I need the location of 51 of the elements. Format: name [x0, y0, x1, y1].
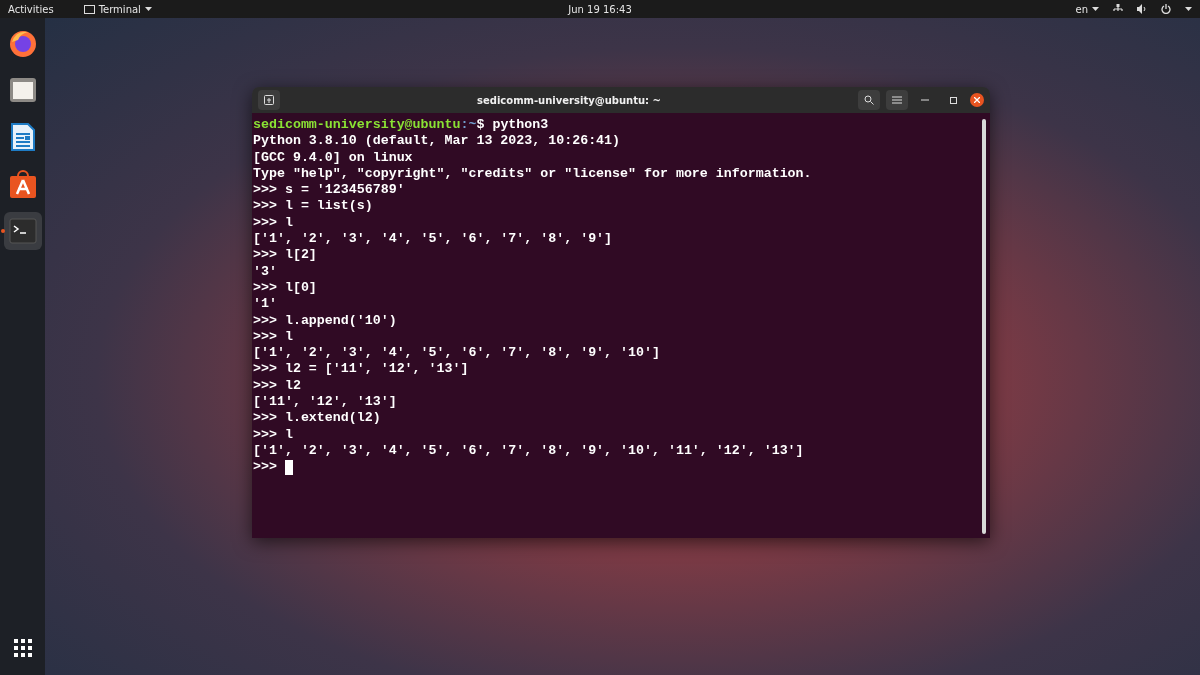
output-line: >>> l = list(s) — [253, 198, 374, 215]
clock[interactable]: Jun 19 16:43 — [568, 3, 632, 15]
output-line: >>> l[2] — [253, 247, 318, 264]
output-line: >>> l2 = ['11', '12', '13'] — [253, 361, 470, 378]
output-line: ['1', '2', '3', '4', '5', '6', '7', '8', '9', '10', '11', '12', '13'] — [253, 442, 805, 460]
input-prompt: >>> — [253, 459, 278, 476]
output-line: >>> l — [253, 426, 294, 443]
caret-icon[interactable] — [1185, 7, 1192, 11]
power-icon[interactable] — [1161, 4, 1171, 14]
output-line: ['1', '2', '3', '4', '5', '6', '7', '8', '9'] — [253, 231, 614, 248]
output-line: >>> l.append('10') — [253, 312, 398, 329]
app-grid-icon[interactable] — [13, 639, 32, 657]
output-line: >>> l — [253, 214, 294, 232]
search-button[interactable] — [858, 90, 880, 110]
output-line: Python 3.8.10 (default, Mar 13 2023, 10:26:41) — [253, 133, 622, 150]
minimize-icon — [921, 99, 929, 101]
folder-icon[interactable] — [8, 77, 37, 103]
running-indicator — [0, 229, 5, 233]
close-button[interactable] — [970, 93, 984, 107]
output-line: >>> l — [253, 328, 294, 346]
window-title: sedicomm-university@ubuntu: ~ — [476, 94, 662, 106]
output-line: >>> l[0] — [253, 279, 318, 297]
text-cursor — [284, 459, 293, 475]
new-tab-button[interactable] — [258, 90, 280, 110]
caret-icon — [144, 7, 152, 11]
caret-icon — [1092, 7, 1099, 11]
output-line: >>> l.extend(l2) — [253, 410, 382, 427]
output-line: '1' — [253, 296, 278, 313]
speaker-icon[interactable] — [1137, 4, 1147, 14]
output-line: >>> s = '123456789' — [253, 182, 406, 199]
output-line: Type "help", "copyright", "credits" or "license" for more information. — [253, 165, 813, 183]
document-icon[interactable] — [10, 123, 35, 151]
close-icon — [974, 97, 980, 103]
menu-icon — [892, 96, 902, 104]
output-line: '3' — [253, 263, 278, 280]
output-line: >>> l2 — [253, 377, 302, 395]
app-menu[interactable]: Terminal — [83, 3, 152, 15]
activities-button[interactable]: Activities — [8, 3, 54, 15]
terminal-icon[interactable] — [8, 218, 37, 244]
maximize-icon — [949, 96, 957, 104]
plus-icon — [264, 95, 274, 105]
prompt-line: sedicomm-university@ubuntu:~$ python3 — [253, 117, 550, 134]
network-icon[interactable] — [1113, 4, 1123, 14]
output-line: ['11', '12', '13'] — [253, 394, 398, 411]
output-line: [GCC 9.4.0] on linux — [253, 149, 414, 166]
search-icon — [864, 95, 874, 105]
keyboard-layout-menu[interactable]: en — [1075, 3, 1099, 15]
window-icon — [83, 4, 95, 14]
scrollbar[interactable] — [982, 119, 986, 534]
output-line: ['1', '2', '3', '4', '5', '6', '7', '8', '9', '10'] — [253, 345, 661, 362]
menu-button[interactable] — [886, 90, 908, 110]
